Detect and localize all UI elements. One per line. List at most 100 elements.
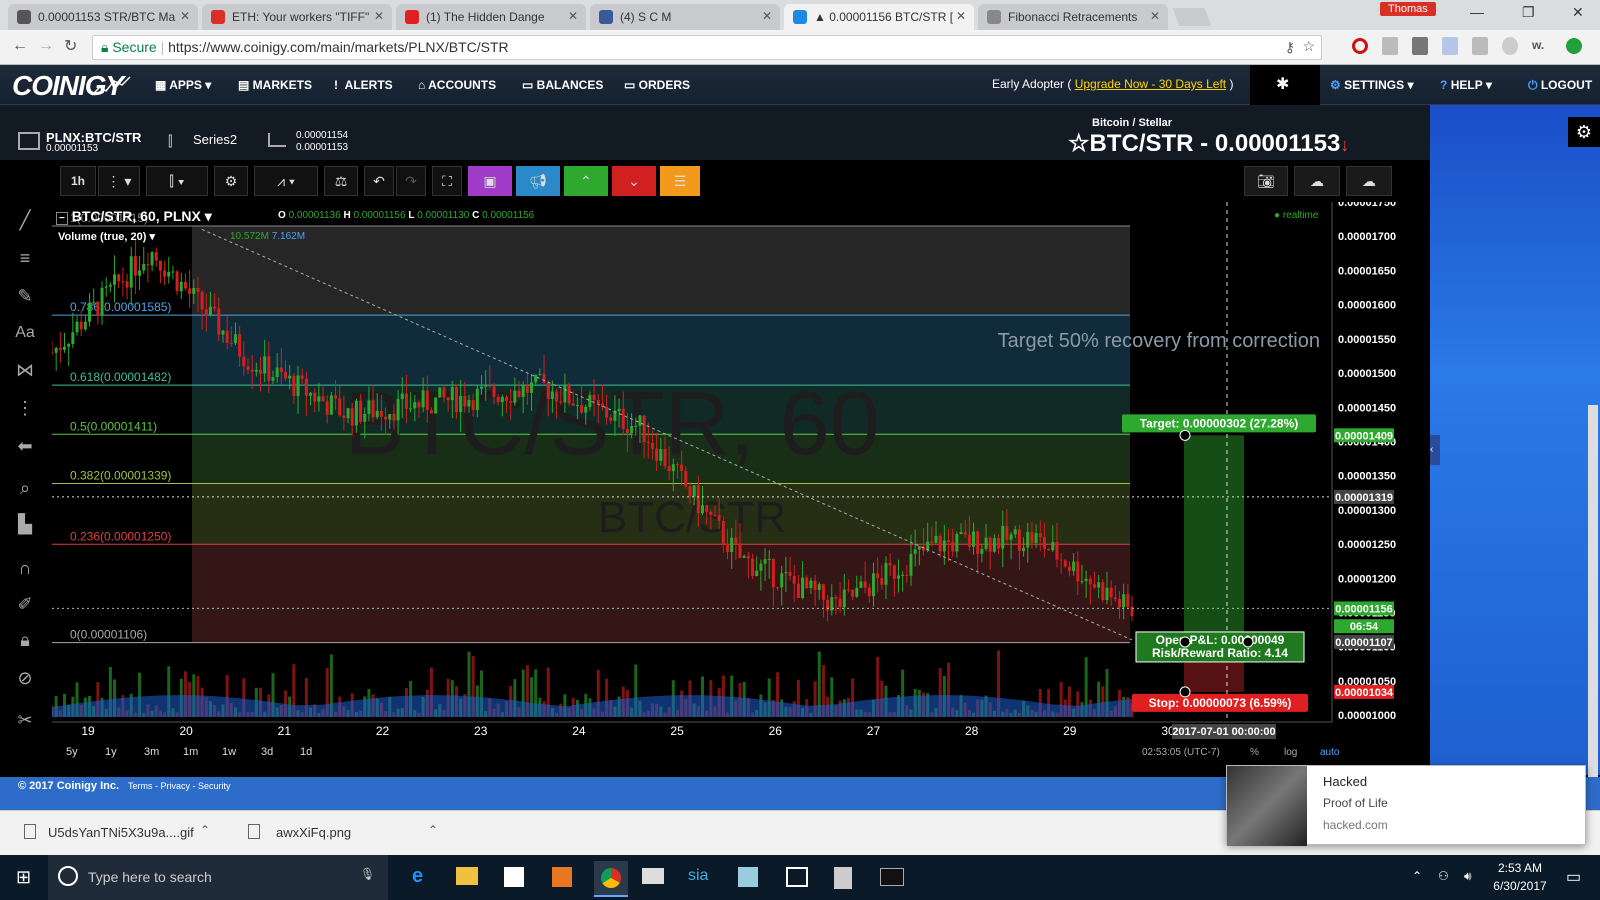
browser-tab[interactable]: 0.00001153 STR/BTC Ma ✕: [8, 4, 198, 30]
nav-accounts[interactable]: ⌂ ACCOUNTS: [418, 78, 496, 92]
scrollbar[interactable]: [1588, 405, 1598, 785]
back-icon[interactable]: ←: [12, 37, 28, 55]
chevron-up-icon[interactable]: ⌃: [200, 823, 210, 837]
hide-icon[interactable]: ⊘: [12, 668, 38, 689]
measure-icon[interactable]: ▙: [12, 514, 38, 535]
nav-orders[interactable]: ▭ ORDERS: [624, 78, 690, 92]
sia-icon[interactable]: sia: [688, 867, 708, 885]
brush-icon[interactable]: ✎: [12, 286, 38, 307]
interval-select[interactable]: 1h: [60, 166, 96, 196]
star-icon[interactable]: ☆: [1302, 38, 1315, 55]
clock-time[interactable]: 2:53 AM: [1490, 861, 1550, 875]
zoom-icon[interactable]: ⌕: [12, 478, 38, 499]
clock-date[interactable]: 6/30/2017: [1486, 879, 1554, 893]
remove-drawings-icon[interactable]: ✂: [12, 710, 38, 731]
lines-icon[interactable]: ≡: [12, 248, 38, 269]
magnet-icon[interactable]: ∩: [12, 558, 38, 579]
mic-icon[interactable]: 🎙︎: [360, 867, 375, 881]
close-icon[interactable]: ✕: [180, 9, 190, 23]
chrome-taskbar-item[interactable]: [594, 861, 628, 897]
extension-icon[interactable]: w.: [1532, 38, 1544, 52]
menu-icon[interactable]: [1566, 38, 1582, 54]
download-item[interactable]: U5dsYanTNi5X3u9a....gif: [48, 825, 194, 840]
close-window-icon[interactable]: ✕: [1572, 4, 1584, 21]
forward-icon[interactable]: →: [38, 37, 54, 55]
close-icon[interactable]: ✕: [1150, 9, 1160, 23]
close-icon[interactable]: ✕: [762, 9, 772, 23]
buy-icon[interactable]: ⌃: [564, 166, 608, 196]
pattern-icon[interactable]: ⋈: [12, 360, 38, 381]
sell-icon[interactable]: ⌄: [612, 166, 656, 196]
nav-help[interactable]: ? HELP ▾: [1440, 78, 1492, 92]
notification-center-icon[interactable]: ▭: [1566, 867, 1581, 887]
camera-icon[interactable]: 📷︎: [1244, 166, 1288, 196]
app-icon[interactable]: [738, 867, 758, 887]
volume-icon[interactable]: 🔊︎: [1464, 869, 1472, 884]
calculator-icon[interactable]: [834, 867, 852, 889]
fullscreen-icon[interactable]: ⛶: [432, 166, 462, 196]
nav-settings[interactable]: ⚙ SETTINGS ▾: [1330, 78, 1413, 92]
network-icon[interactable]: ⚇: [1438, 869, 1449, 883]
cloud-upload-icon[interactable]: ☁: [1346, 166, 1392, 196]
taskbar-search[interactable]: Type here to search 🎙︎: [48, 855, 388, 900]
browser-tab[interactable]: ETH: Your workers "TIFF" ✕: [202, 4, 392, 30]
browser-tab[interactable]: (4) S C M ✕: [590, 4, 780, 30]
windows-start-icon[interactable]: ⊞: [16, 867, 31, 888]
compare-icon[interactable]: ⚖: [324, 166, 358, 196]
chart-symbol[interactable]: BTC/STR, 60, PLNX: [72, 208, 201, 224]
trendline-icon[interactable]: ╱: [12, 210, 38, 231]
collapse-icon[interactable]: −: [56, 212, 68, 225]
browser-tab-active[interactable]: ▲ 0.00001156 BTC/STR [✕: [784, 4, 974, 30]
chart-canvas[interactable]: 1(0.00001715)0.786(0.00001585)0.618(0.00…: [50, 197, 1430, 762]
megaphone-icon[interactable]: 📢︎: [516, 166, 560, 196]
settings-icon[interactable]: ⚙: [214, 166, 248, 196]
text-icon[interactable]: Aa: [12, 324, 38, 342]
favorite-star-icon[interactable]: ☆: [1068, 130, 1090, 157]
photos-icon[interactable]: [786, 867, 808, 887]
cloud-download-icon[interactable]: ☁: [1294, 166, 1340, 196]
tray-chevron-icon[interactable]: ⌃: [1412, 869, 1422, 883]
panel-collapse-handle[interactable]: ‹: [1430, 435, 1440, 465]
chart-type-select[interactable]: ⫿ ▾: [146, 166, 208, 196]
media-icon[interactable]: [552, 867, 572, 887]
browser-tab[interactable]: (1) The Hidden Dange ✕: [396, 4, 586, 30]
download-item[interactable]: awxXiFq.png: [276, 825, 351, 840]
reload-icon[interactable]: ↻: [64, 36, 77, 56]
prediction-icon[interactable]: ⋮: [12, 398, 38, 419]
key-icon[interactable]: ⚷: [1285, 39, 1295, 56]
nav-apps[interactable]: ▦ APPS ▾: [155, 78, 211, 92]
redo-icon[interactable]: ↷: [396, 166, 426, 196]
arrow-icon[interactable]: ⬅: [12, 436, 38, 457]
opera-extension-icon[interactable]: [1352, 38, 1368, 54]
new-tab-button[interactable]: [1172, 8, 1212, 26]
chevron-up-icon[interactable]: ⌃: [428, 823, 438, 837]
upgrade-link[interactable]: Upgrade Now - 30 Days Left: [1075, 77, 1226, 91]
toast-notification[interactable]: Hacked Proof of Life hacked.com: [1226, 765, 1586, 846]
close-icon[interactable]: ✕: [956, 9, 966, 23]
extension-icon[interactable]: [1472, 37, 1488, 55]
volume-indicator-label[interactable]: Volume (true, 20) ▾: [58, 230, 155, 243]
close-icon[interactable]: ✕: [374, 9, 384, 23]
status-indicator[interactable]: ✱: [1250, 65, 1320, 105]
interval-dropdown[interactable]: ⋮ ▾: [98, 166, 140, 196]
extension-icon[interactable]: [1412, 37, 1428, 55]
store-icon[interactable]: [504, 867, 524, 887]
footer-links[interactable]: Terms - Privacy - Security: [128, 781, 231, 791]
profile-badge[interactable]: Thomas: [1380, 2, 1436, 16]
undo-icon[interactable]: ↶: [364, 166, 394, 196]
nav-markets[interactable]: ▤ MARKETS: [238, 78, 312, 92]
browser-tab[interactable]: Fibonacci Retracements ✕: [978, 4, 1168, 30]
lock-tool-icon[interactable]: 🔒︎: [12, 630, 38, 651]
indicators-select[interactable]: ⩘ ▾: [254, 166, 318, 196]
terminal-icon[interactable]: [880, 868, 904, 886]
cube-icon[interactable]: ▣: [468, 166, 512, 196]
nav-balances[interactable]: ▭ BALANCES: [522, 78, 603, 92]
minimize-icon[interactable]: —: [1470, 4, 1484, 20]
price-chart[interactable]: 1(0.00001715) 0.786(0.00001585) 0.618(0.00…: [50, 197, 1430, 762]
nav-logout[interactable]: ⏻ LOGOUT: [1528, 78, 1592, 93]
extension-icon[interactable]: [1442, 37, 1458, 55]
panel-settings-icon[interactable]: ⚙: [1568, 117, 1600, 147]
extension-icon[interactable]: [1382, 37, 1398, 55]
extension-icon[interactable]: [1502, 37, 1518, 55]
series-name[interactable]: Series2: [193, 132, 237, 147]
